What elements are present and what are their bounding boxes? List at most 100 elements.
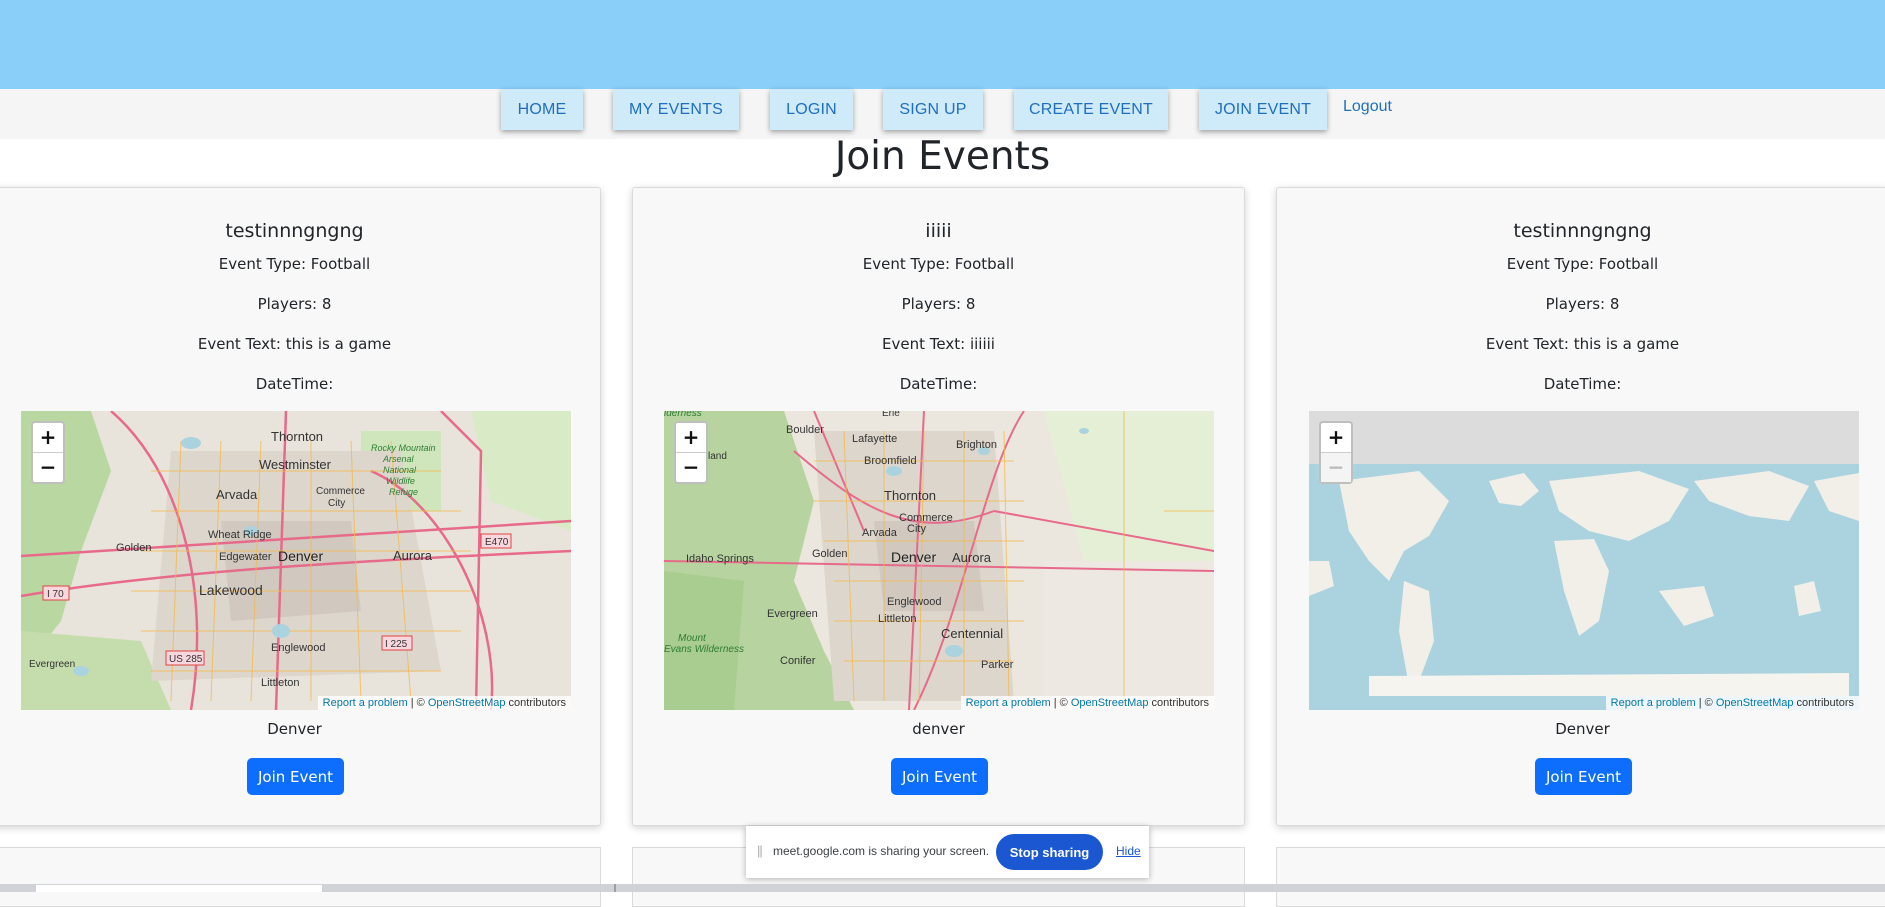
nav-my-events-button[interactable]: MY EVENTS — [613, 89, 739, 130]
map-zoom-control: + − — [674, 421, 708, 484]
zoom-out-button[interactable]: − — [676, 453, 706, 482]
svg-text:Wildlife: Wildlife — [386, 476, 415, 486]
event-map[interactable]: Thornton Westminster Arvada Commerce Cit… — [21, 411, 571, 710]
zoom-out-button[interactable]: − — [1321, 453, 1351, 482]
event-datetime: DateTime: — [1543, 375, 1622, 393]
attrib-contributors: contributors — [1148, 697, 1209, 709]
event-text: Event Text: this is a game — [1485, 335, 1680, 353]
svg-text:Boulder: Boulder — [786, 424, 824, 436]
nav-sign-up-button[interactable]: SIGN UP — [883, 89, 983, 130]
zoom-in-button[interactable]: + — [33, 423, 63, 453]
event-players: Players: 8 — [901, 295, 976, 313]
event-text: Event Text: this is a game — [197, 335, 392, 353]
svg-text:Refuge: Refuge — [389, 487, 418, 497]
nav-join-event-button[interactable]: JOIN EVENT — [1199, 89, 1327, 130]
svg-text:Erie: Erie — [882, 411, 900, 419]
svg-text:City: City — [328, 498, 345, 509]
zoom-in-button[interactable]: + — [1321, 423, 1351, 453]
event-datetime: DateTime: — [255, 375, 334, 393]
report-problem-link[interactable]: Report a problem — [323, 697, 408, 709]
svg-text:E470: E470 — [485, 537, 509, 548]
top-banner — [0, 0, 1885, 89]
taskbar-separator — [614, 884, 616, 892]
svg-text:Arsenal: Arsenal — [382, 454, 415, 464]
map-attribution: Report a problem | © OpenStreetMap contr… — [1605, 696, 1859, 710]
event-map[interactable]: + − Report a problem | © OpenStreetMap c… — [1309, 411, 1859, 710]
svg-text:Englewood: Englewood — [271, 642, 325, 654]
join-event-button[interactable]: Join Event — [247, 758, 344, 795]
attrib-separator: | © — [1050, 697, 1071, 709]
svg-text:lderness: lderness — [664, 411, 702, 419]
map-zoom-control: + − — [1319, 421, 1353, 484]
svg-text:US 285: US 285 — [169, 654, 203, 665]
osm-link[interactable]: OpenStreetMap — [1716, 697, 1794, 709]
svg-text:Englewood: Englewood — [887, 596, 941, 608]
screen-share-bar: || meet.google.com is sharing your scree… — [746, 826, 1149, 878]
osm-link[interactable]: OpenStreetMap — [428, 697, 506, 709]
event-location: Denver — [267, 720, 322, 738]
svg-text:Parker: Parker — [981, 659, 1014, 671]
svg-text:Edgewater: Edgewater — [219, 551, 272, 563]
event-title: testinnngngng — [1513, 220, 1652, 242]
map-zoom-control: + − — [31, 421, 65, 484]
report-problem-link[interactable]: Report a problem — [966, 697, 1051, 709]
svg-text:Thornton: Thornton — [271, 429, 323, 444]
zoom-in-button[interactable]: + — [676, 423, 706, 453]
taskbar-search[interactable] — [36, 885, 322, 892]
svg-text:Evergreen: Evergreen — [29, 659, 75, 670]
svg-text:Littleton: Littleton — [878, 613, 917, 625]
map-tiles: Boulder Erie Lafayette Brighton Broomfie… — [664, 411, 1214, 710]
event-type: Event Type: Football — [218, 255, 371, 273]
map-tiles — [1309, 411, 1859, 710]
event-location: Denver — [1555, 720, 1610, 738]
svg-text:Denver: Denver — [278, 548, 323, 564]
zoom-out-button[interactable]: − — [33, 453, 63, 482]
logout-link[interactable]: Logout — [1343, 98, 1392, 116]
svg-text:Idaho Springs: Idaho Springs — [686, 553, 754, 565]
map-attribution: Report a problem | © OpenStreetMap contr… — [960, 696, 1214, 710]
svg-text:Brighton: Brighton — [956, 439, 997, 451]
hide-link[interactable]: Hide — [1116, 844, 1141, 858]
svg-text:Rocky Mountain: Rocky Mountain — [371, 443, 436, 453]
svg-text:Thornton: Thornton — [884, 488, 936, 503]
join-event-button[interactable]: Join Event — [1535, 758, 1632, 795]
svg-text:Golden: Golden — [812, 548, 847, 560]
event-text: Event Text: iiiiii — [882, 335, 995, 353]
svg-text:Evergreen: Evergreen — [767, 608, 818, 620]
attrib-separator: | © — [407, 697, 428, 709]
map-attribution: Report a problem | © OpenStreetMap contr… — [317, 696, 571, 710]
event-card-partial — [1276, 847, 1885, 907]
event-players: Players: 8 — [257, 295, 332, 313]
svg-text:Denver: Denver — [891, 549, 936, 565]
event-title: iiiii — [925, 220, 952, 242]
report-problem-link[interactable]: Report a problem — [1611, 697, 1696, 709]
svg-text:I 70: I 70 — [47, 589, 64, 600]
svg-text:Littleton: Littleton — [261, 677, 300, 689]
svg-text:National: National — [383, 465, 417, 475]
svg-text:Mount: Mount — [678, 633, 707, 644]
attrib-contributors: contributors — [1793, 697, 1854, 709]
nav-home-button[interactable]: HOME — [501, 89, 583, 130]
svg-text:I 225: I 225 — [385, 639, 408, 650]
event-map[interactable]: Boulder Erie Lafayette Brighton Broomfie… — [664, 411, 1214, 710]
stop-sharing-button[interactable]: Stop sharing — [996, 834, 1103, 870]
drag-handle-icon[interactable]: || — [757, 843, 763, 858]
event-type: Event Type: Football — [1506, 255, 1659, 273]
event-card: testinnngngng Event Type: Football Playe… — [1276, 187, 1885, 826]
svg-text:City: City — [907, 523, 926, 535]
page-title: Join Events — [834, 134, 1051, 179]
svg-text:Wheat Ridge: Wheat Ridge — [208, 529, 272, 541]
nav-login-button[interactable]: LOGIN — [770, 89, 853, 130]
svg-text:Westminster: Westminster — [259, 457, 332, 472]
taskbar — [0, 884, 1885, 892]
svg-text:Arvada: Arvada — [216, 487, 258, 502]
svg-text:Lafayette: Lafayette — [852, 433, 897, 445]
join-event-button[interactable]: Join Event — [891, 758, 988, 795]
map-tiles: Thornton Westminster Arvada Commerce Cit… — [21, 411, 571, 710]
share-message: meet.google.com is sharing your screen. — [773, 844, 990, 858]
osm-link[interactable]: OpenStreetMap — [1071, 697, 1149, 709]
svg-text:Aurora: Aurora — [952, 550, 992, 565]
svg-text:Conifer: Conifer — [780, 655, 816, 667]
nav-create-event-button[interactable]: CREATE EVENT — [1014, 89, 1168, 130]
svg-text:Centennial: Centennial — [941, 626, 1003, 641]
